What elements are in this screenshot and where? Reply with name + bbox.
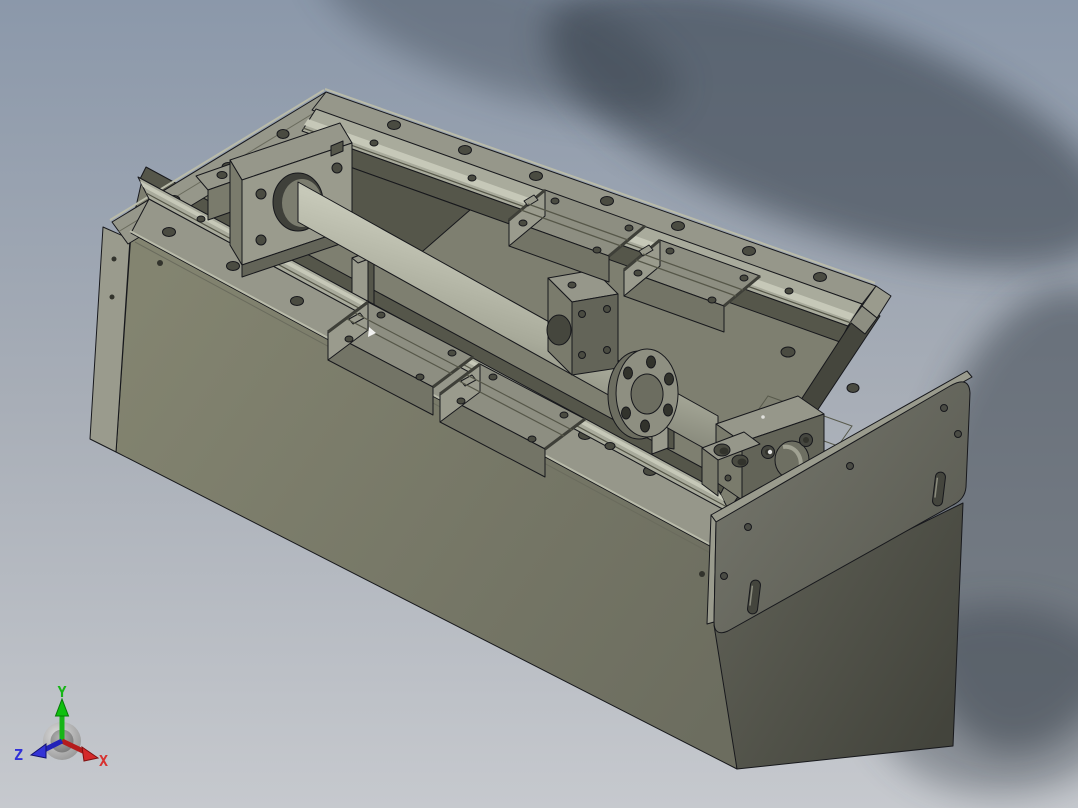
cad-viewport[interactable]: Y X Z (0, 0, 1078, 808)
axis-z-label: Z (14, 746, 23, 764)
axis-x-label: X (99, 752, 108, 770)
nut-housing-block[interactable] (546, 269, 619, 376)
axis-y-label: Y (57, 683, 66, 701)
flange-support[interactable] (607, 348, 679, 440)
